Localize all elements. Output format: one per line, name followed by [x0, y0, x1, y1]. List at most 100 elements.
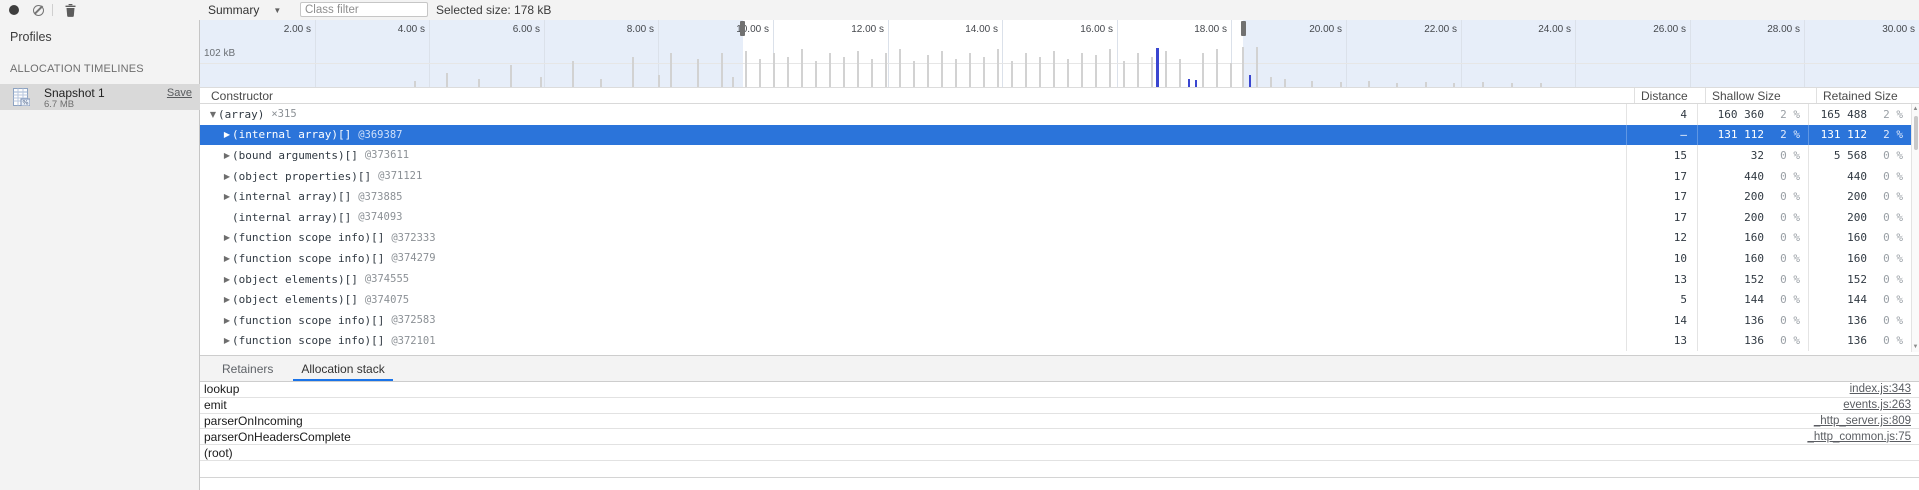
- distance-cell: 17: [1626, 186, 1697, 207]
- table-row[interactable]: ▼(array)×3154160 3602 %165 4882 %: [200, 104, 1911, 125]
- retained-size-value: 200: [1809, 211, 1867, 224]
- source-location-link[interactable]: _http_common.js:75: [1807, 431, 1919, 443]
- shallow-size-cell: 1600 %: [1697, 228, 1808, 249]
- retained-size-cell: 131 1122 %: [1808, 125, 1911, 146]
- snapshot-size: 6.7 MB: [44, 99, 74, 110]
- retained-size-cell: 1600 %: [1808, 248, 1911, 269]
- save-link[interactable]: Save: [167, 87, 192, 99]
- column-header-distance[interactable]: Distance: [1634, 88, 1705, 103]
- table-row[interactable]: ▶(object properties)[]@371121174400 %440…: [200, 166, 1911, 187]
- selection-handle-left[interactable]: [740, 21, 745, 36]
- distance-cell: 12: [1626, 228, 1697, 249]
- expand-arrow-icon[interactable]: ▶: [222, 192, 232, 201]
- retained-size-cell: 1520 %: [1808, 269, 1911, 290]
- alloc-bar: [969, 53, 971, 87]
- table-row[interactable]: ▶(object elements)[]@37407551440 %1440 %: [200, 289, 1911, 310]
- tab-allocation-stack[interactable]: Allocation stack: [291, 356, 394, 381]
- table-row[interactable]: (internal array)[]@374093172000 %2000 %: [200, 207, 1911, 228]
- table-row[interactable]: ▶(function scope info)[]@374279101600 %1…: [200, 248, 1911, 269]
- scrollbar-up-icon[interactable]: ▲: [1912, 106, 1919, 112]
- table-row[interactable]: ▶(function scope info)[]@372583141360 %1…: [200, 310, 1911, 331]
- timeline-tick-label: 22.00 s: [1377, 24, 1457, 35]
- timeline-max-line: [200, 63, 1919, 64]
- clear-profiles-button[interactable]: [28, 0, 48, 20]
- table-row[interactable]: ▶(bound arguments)[]@37361115320 %5 5680…: [200, 145, 1911, 166]
- constructor-cell: ▶(object elements)[]@374075: [200, 293, 1626, 306]
- alloc-bar: [1216, 49, 1218, 87]
- timeline-gridline: [1575, 20, 1576, 87]
- stack-frame-function: emit: [200, 398, 1843, 412]
- column-header-shallow-size[interactable]: Shallow Size: [1705, 88, 1816, 103]
- column-header-constructor[interactable]: Constructor: [200, 88, 1634, 103]
- source-location-link[interactable]: events.js:263: [1843, 399, 1919, 411]
- shallow-size-value: 160: [1698, 252, 1764, 265]
- shallow-size-cell: 131 1122 %: [1697, 125, 1808, 146]
- alloc-bar: [1188, 79, 1190, 87]
- allocation-timeline-chart[interactable]: 2.00 s4.00 s6.00 s8.00 s10.00 s12.00 s14…: [200, 20, 1919, 87]
- retained-size-cell: 4400 %: [1808, 166, 1911, 187]
- scrollbar-down-icon[interactable]: ▼: [1912, 344, 1919, 350]
- class-filter-input[interactable]: [300, 2, 428, 17]
- scrollbar-thumb[interactable]: [1914, 116, 1918, 150]
- expand-arrow-icon[interactable]: ▶: [222, 151, 232, 160]
- alloc-bar: [478, 79, 480, 87]
- constructor-cell: ▶(object properties)[]@371121: [200, 170, 1626, 183]
- selected-size-label: Selected size: 178 kB: [436, 0, 551, 20]
- sidebar-item-snapshot-1[interactable]: % Snapshot 1 6.7 MB Save: [0, 84, 200, 110]
- retained-size-value: 160: [1809, 231, 1867, 244]
- alloc-bar: [885, 53, 887, 87]
- source-location-link[interactable]: _http_server.js:809: [1814, 415, 1919, 427]
- source-location-link[interactable]: index.js:343: [1850, 383, 1919, 395]
- toolbar-divider: [52, 4, 53, 16]
- expand-arrow-icon[interactable]: ▶: [222, 336, 232, 345]
- alloc-bar: [1025, 53, 1027, 87]
- timeline-tick-label: 30.00 s: [1835, 24, 1915, 35]
- expand-arrow-icon[interactable]: ▶: [222, 295, 232, 304]
- expand-arrow-icon[interactable]: ▶: [222, 233, 232, 242]
- perspective-select-value: Summary: [208, 3, 259, 17]
- heap-table-header: Constructor Distance Shallow Size Retain…: [200, 87, 1919, 104]
- expand-arrow-icon[interactable]: ▶: [222, 254, 232, 263]
- selection-handle-right[interactable]: [1241, 21, 1246, 36]
- stack-frame-row: lookupindex.js:343: [200, 382, 1919, 398]
- alloc-bar: [843, 57, 845, 87]
- shallow-size-value: 32: [1698, 149, 1764, 162]
- table-row[interactable]: ▶(object elements)[]@374555131520 %1520 …: [200, 269, 1911, 290]
- retained-size-value: 131 112: [1809, 128, 1867, 141]
- stack-frame-row: parserOnHeadersComplete_http_common.js:7…: [200, 429, 1919, 445]
- timeline-gridline: [429, 20, 430, 87]
- object-id: @371121: [378, 170, 422, 182]
- expand-arrow-icon[interactable]: ▶: [222, 130, 232, 139]
- alloc-bar: [1053, 51, 1055, 87]
- expand-arrow-icon[interactable]: ▶: [222, 316, 232, 325]
- alloc-bar: [572, 61, 574, 87]
- expand-arrow-icon[interactable]: ▶: [222, 275, 232, 284]
- object-id: @372333: [391, 232, 435, 244]
- constructor-name: (array): [218, 108, 264, 121]
- stack-frame-row: emitevents.js:263: [200, 398, 1919, 414]
- column-header-retained-size[interactable]: Retained Size: [1816, 88, 1919, 103]
- table-row[interactable]: ▶(function scope info)[]@372101131360 %1…: [200, 331, 1911, 352]
- retained-size-cell: 2000 %: [1808, 207, 1911, 228]
- constructor-name: (object elements)[]: [232, 293, 358, 306]
- delete-profile-button[interactable]: [60, 0, 80, 20]
- distance-cell: 17: [1626, 207, 1697, 228]
- constructor-cell: ▶(function scope info)[]@372583: [200, 314, 1626, 327]
- expand-arrow-icon[interactable]: ▶: [222, 172, 232, 181]
- table-row[interactable]: ▶(function scope info)[]@372333121600 %1…: [200, 228, 1911, 249]
- shallow-size-value: 200: [1698, 211, 1764, 224]
- timeline-tick-label: 18.00 s: [1147, 24, 1227, 35]
- table-scrollbar[interactable]: ▲ ▼: [1911, 104, 1919, 352]
- record-button[interactable]: [4, 0, 24, 20]
- profiles-heading: Profiles: [10, 30, 52, 44]
- alloc-bar: [658, 75, 660, 87]
- table-row[interactable]: ▶(internal array)[]@369387–131 1122 %131…: [200, 125, 1911, 146]
- shallow-size-value: 160 360: [1698, 108, 1764, 121]
- retained-size-percent: 0 %: [1867, 334, 1911, 347]
- collapse-arrow-icon[interactable]: ▼: [208, 110, 218, 119]
- perspective-select[interactable]: Summary ▼: [208, 0, 281, 20]
- tab-retainers[interactable]: Retainers: [212, 356, 283, 381]
- alloc-bar: [721, 53, 723, 87]
- shallow-size-percent: 0 %: [1764, 273, 1808, 286]
- table-row[interactable]: ▶(internal array)[]@373885172000 %2000 %: [200, 186, 1911, 207]
